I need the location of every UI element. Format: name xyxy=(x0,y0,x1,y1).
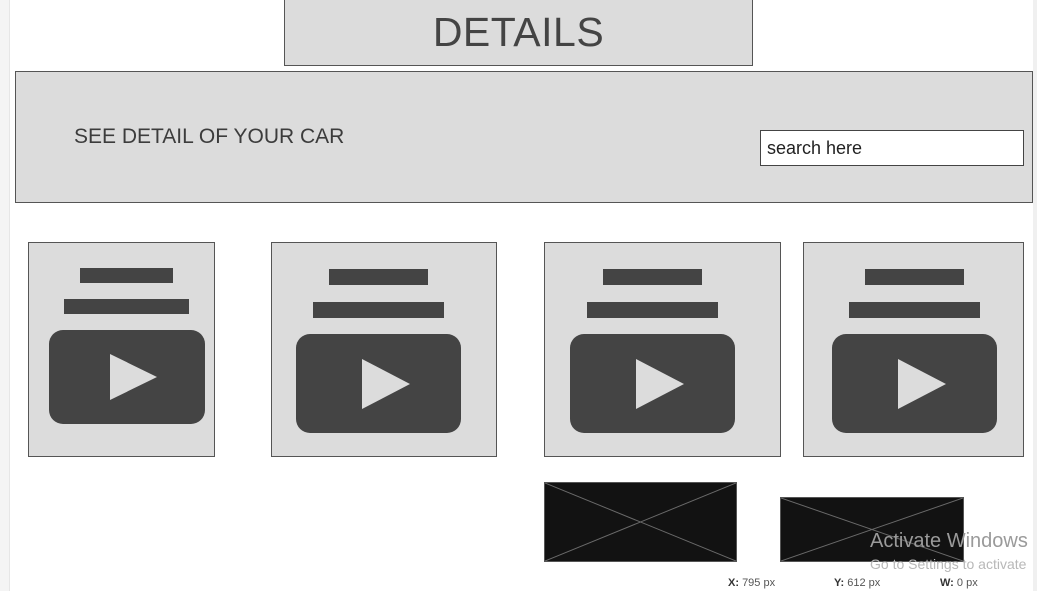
card-subtitle-bar xyxy=(849,302,980,318)
video-icon[interactable] xyxy=(49,330,205,424)
card-title-bar xyxy=(865,269,964,285)
video-card-1[interactable] xyxy=(28,242,215,457)
width-readout: W: 0 px xyxy=(940,577,978,589)
header-label: SEE DETAIL OF YOUR CAR xyxy=(74,125,345,148)
w-value: 0 px xyxy=(956,577,978,589)
page-title: DETAILS xyxy=(432,8,605,55)
play-icon xyxy=(636,359,684,409)
card-subtitle-bar xyxy=(64,299,189,314)
card-title-bar xyxy=(603,269,702,285)
w-label: W: xyxy=(940,577,954,589)
card-title-bar xyxy=(329,269,428,285)
image-placeholder-icon[interactable] xyxy=(544,482,737,562)
x-value: 795 px xyxy=(742,577,776,589)
play-icon xyxy=(898,359,946,409)
video-card-2[interactable] xyxy=(271,242,497,457)
video-icon[interactable] xyxy=(832,334,997,433)
canvas-right-scrollbar[interactable] xyxy=(1033,0,1037,591)
y-value: 612 px xyxy=(847,577,881,589)
video-icon[interactable] xyxy=(296,334,461,433)
card-subtitle-bar xyxy=(313,302,444,318)
x-coordinate-readout: X: 795 px xyxy=(728,577,775,589)
y-coordinate-readout: Y: 612 px xyxy=(834,577,880,589)
activation-watermark-title: Activate Windows xyxy=(870,530,1028,552)
play-icon xyxy=(110,354,157,400)
image-cross-icon xyxy=(545,483,736,561)
card-title-bar xyxy=(80,268,173,283)
header-panel: SEE DETAIL OF YOUR CAR xyxy=(15,71,1033,203)
video-card-3[interactable] xyxy=(544,242,781,457)
y-label: Y: xyxy=(834,577,845,589)
card-subtitle-bar xyxy=(587,302,718,318)
page-title-box: DETAILS xyxy=(284,0,753,66)
search-input[interactable] xyxy=(760,130,1024,166)
play-icon xyxy=(362,359,410,409)
canvas-left-edge xyxy=(0,0,10,591)
video-icon[interactable] xyxy=(570,334,735,433)
video-card-4[interactable] xyxy=(803,242,1024,457)
x-label: X: xyxy=(728,577,739,589)
activation-watermark-subtitle: Go to Settings to activate xyxy=(870,556,1027,572)
